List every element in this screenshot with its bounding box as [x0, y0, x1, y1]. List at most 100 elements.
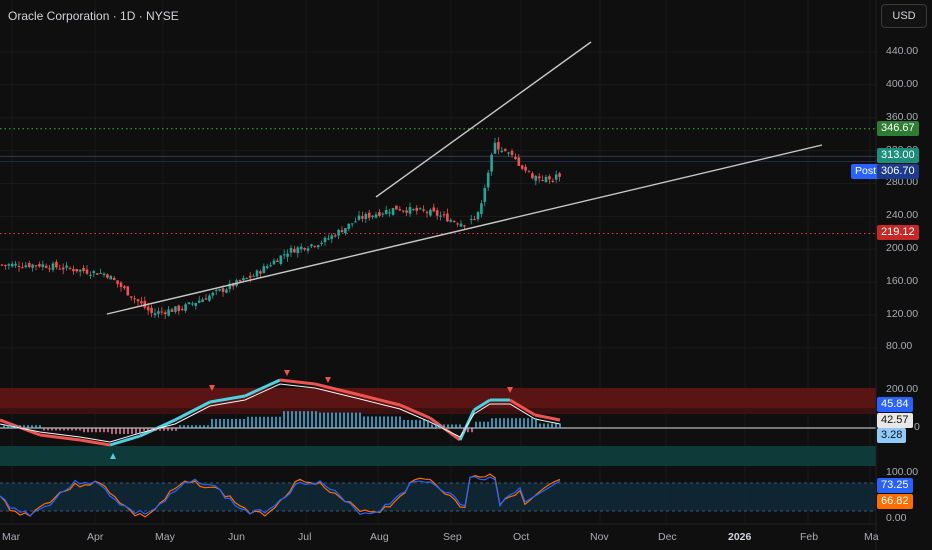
candle-body: [140, 301, 143, 304]
candle-body: [391, 208, 395, 215]
oscillator-histogram-bar: [507, 418, 509, 428]
candle-body: [160, 311, 164, 313]
candle-body: [259, 271, 262, 274]
candle-body: [252, 275, 255, 277]
candle-body: [85, 269, 89, 274]
oscillator-value-a: 45.84: [877, 397, 913, 412]
oscillator-histogram-bar: [487, 421, 489, 428]
time-tick: Aug: [370, 531, 389, 543]
candle-body: [401, 210, 405, 212]
oscillator-histogram-bar: [223, 418, 225, 428]
oscillator-histogram-bar: [455, 424, 457, 428]
oscillator-histogram-bar: [195, 425, 197, 428]
oscillator-histogram-bar: [51, 428, 53, 431]
candle-body: [371, 215, 374, 218]
oscillator-histogram-bar: [167, 428, 169, 431]
candle-body: [282, 254, 286, 256]
oscillator-histogram-bar: [535, 418, 537, 428]
candle-body: [197, 300, 201, 303]
candle-body: [405, 210, 408, 213]
oscillator-histogram-bar: [87, 428, 89, 433]
oscillator-histogram-bar: [339, 412, 341, 428]
candle-body: [208, 295, 211, 301]
candle-body: [554, 174, 558, 180]
oscillator-value-c: 3.28: [877, 428, 907, 443]
candle-body: [75, 268, 79, 272]
candle-body: [82, 267, 85, 272]
candle-body: [388, 212, 391, 214]
oscillator-histogram-bar: [191, 425, 193, 428]
oscillator-histogram-bar: [163, 428, 165, 431]
oscillator-histogram-bar: [371, 416, 373, 428]
candle-body: [347, 223, 351, 229]
oscillator-histogram-bar: [111, 428, 113, 434]
candle-body: [38, 263, 41, 267]
oscillator-histogram-bar: [519, 418, 521, 428]
oscillator-histogram-bar: [267, 416, 269, 428]
candle-body: [109, 275, 113, 280]
time-tick: Sep: [443, 531, 462, 543]
oscillator-histogram-bar: [159, 428, 161, 431]
candle-body: [463, 225, 466, 227]
oscillator-histogram-bar: [7, 425, 9, 428]
time-tick: May: [155, 531, 175, 543]
oscillator-histogram-bar: [227, 418, 229, 428]
oscillator-histogram-bar: [475, 421, 477, 428]
oscillator-histogram-bar: [431, 424, 433, 428]
oscillator-histogram-bar: [423, 419, 425, 428]
oscillator-histogram-bar: [407, 419, 409, 428]
oscillator-histogram-bar: [399, 416, 401, 428]
candle-body: [272, 260, 276, 265]
candle-body: [201, 299, 204, 302]
price-chart[interactable]: [0, 0, 932, 550]
candle-body: [116, 280, 119, 284]
candle-body: [289, 247, 293, 253]
oscillator-histogram-bar: [95, 428, 97, 433]
oscillator-histogram-bar: [239, 418, 241, 428]
candle-body: [435, 210, 439, 216]
oscillator-histogram-bar: [43, 428, 45, 431]
currency-button[interactable]: USD: [881, 4, 927, 28]
candle-body: [221, 288, 225, 292]
candle-body: [55, 261, 58, 268]
price-tick: 80.00: [886, 340, 913, 352]
candle-body: [442, 214, 446, 216]
candle-body: [520, 165, 524, 169]
candle-body: [503, 148, 507, 151]
oscillator-histogram-bar: [155, 428, 157, 431]
oscillator-histogram-bar: [59, 428, 61, 431]
oscillator-histogram-bar: [503, 418, 505, 428]
candle-body: [68, 267, 72, 269]
candle-body: [150, 307, 153, 314]
oscillator-histogram-bar: [419, 419, 421, 428]
candle-body: [10, 263, 14, 267]
candle-body: [211, 292, 215, 296]
oscillator-histogram-bar: [347, 412, 349, 428]
candle-body: [170, 309, 174, 312]
candle-body: [378, 212, 381, 217]
oscillator-histogram-bar: [483, 421, 485, 428]
candle-body: [177, 305, 181, 311]
oscillator-histogram-bar: [39, 425, 41, 428]
candle-body: [269, 265, 272, 267]
candle-body: [95, 273, 99, 275]
candle-body: [323, 237, 327, 243]
oscillator-histogram-bar: [143, 428, 145, 431]
oscillator-histogram-bar: [479, 421, 481, 428]
oscillator-histogram-bar: [471, 428, 473, 433]
candle-body: [24, 265, 28, 268]
oscillator-histogram-bar: [359, 412, 361, 428]
oscillator-histogram-bar: [283, 411, 285, 428]
candle-body: [72, 269, 75, 272]
oscillator-histogram-bar: [199, 425, 201, 428]
oscillator-histogram-bar: [355, 412, 357, 428]
candle-body: [418, 208, 422, 210]
oscillator-overbought-fade: [0, 408, 876, 414]
oscillator-histogram-bar: [467, 428, 469, 433]
oscillator-histogram-bar: [323, 412, 325, 428]
candle-body: [204, 298, 208, 300]
candle-body: [191, 303, 194, 305]
oscillator-histogram-bar: [439, 424, 441, 428]
oscillator-histogram-bar: [19, 425, 21, 428]
time-tick: Mar: [2, 531, 21, 543]
